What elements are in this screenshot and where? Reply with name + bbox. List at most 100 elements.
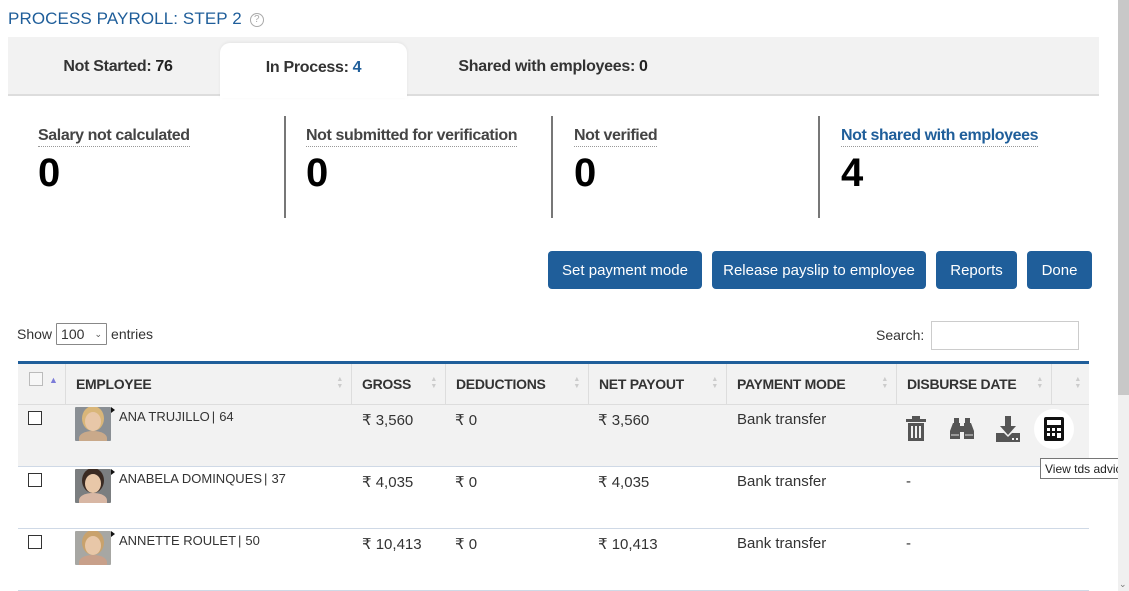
tab-shared-with-employees[interactable]: Shared with employees: 0: [428, 37, 678, 96]
tab-count: 4: [352, 58, 362, 76]
tab-count: 76: [155, 57, 173, 75]
separator: |: [238, 533, 242, 548]
employee-table: ▲ EMPLOYEE ▲ ▼ GROSS ▲ ▼ DEDUCTIONS ▲ ▼ NET PA…: [18, 361, 1089, 591]
avatar-indicator-icon: [111, 469, 115, 475]
avatar-body: [79, 431, 107, 441]
employee-name-link[interactable]: ANA TRUJILLO | 64: [119, 409, 234, 424]
sort-icon: ▲ ▼: [1036, 376, 1043, 390]
entries-select[interactable]: 100 ⌄: [56, 323, 108, 345]
column-header-disburse-date[interactable]: DISBURSE DATE ▲ ▼: [896, 364, 1051, 404]
separator: |: [264, 471, 268, 486]
column-label: EMPLOYEE: [76, 376, 152, 392]
question-circle-icon[interactable]: ?: [249, 13, 264, 27]
column-header-employee[interactable]: EMPLOYEE ▲ ▼: [65, 364, 351, 404]
stat-value: 0: [38, 151, 61, 195]
calculator-button[interactable]: [1034, 409, 1074, 449]
separator: |: [211, 409, 216, 424]
sort-icon: ▲ ▼: [430, 376, 437, 390]
trash-button[interactable]: [893, 410, 939, 448]
row-checkbox[interactable]: [28, 473, 42, 487]
sort-icon: ▲ ▼: [336, 376, 343, 390]
show-entries: Show 100 ⌄ entries: [17, 323, 153, 345]
row-checkbox[interactable]: [28, 535, 42, 549]
column-header-net-payout[interactable]: NET PAYOUT ▲ ▼: [588, 364, 726, 404]
table-body: ANA TRUJILLO | 64 ₹ 3,560 ₹ 0 ₹ 3,560 Bank tra…: [18, 405, 1089, 591]
download-button[interactable]: [985, 410, 1031, 448]
avatar-face: [85, 474, 101, 493]
done-button[interactable]: Done: [1027, 251, 1092, 289]
entries-value: 100: [61, 326, 85, 342]
net-payout-cell: ₹ 4,035: [598, 474, 650, 491]
chevron-down-icon: ⌄: [94, 328, 103, 339]
stat-value: 0: [574, 151, 597, 195]
tab-not-started[interactable]: Not Started: 76: [28, 37, 208, 96]
trash-icon: [905, 416, 927, 442]
employee-id: 64: [219, 409, 234, 424]
stat-label[interactable]: Salary not calculated: [38, 127, 190, 147]
gross-cell: ₹ 3,560: [362, 412, 414, 429]
table-row[interactable]: ANA TRUJILLO | 64 ₹ 3,560 ₹ 0 ₹ 3,560 Bank tra…: [18, 405, 1089, 467]
reports-button[interactable]: Reports: [936, 251, 1017, 289]
payment-mode-cell: Bank transfer: [737, 411, 827, 428]
tab-count: 0: [638, 57, 648, 75]
avatar-indicator-icon: [111, 531, 115, 537]
table-row[interactable]: ANABELA DOMINQUES | 37 ₹ 4,035 ₹ 0 ₹ 4,035 Ban…: [18, 467, 1089, 529]
column-header-actions[interactable]: ▲ ▼: [1051, 364, 1089, 404]
avatar: [75, 407, 111, 441]
search-input[interactable]: [931, 321, 1079, 350]
scrollbar-thumb[interactable]: [1118, 0, 1129, 395]
binoculars-icon: [949, 417, 975, 441]
column-header-deductions[interactable]: DEDUCTIONS ▲ ▼: [445, 364, 588, 404]
column-header-gross[interactable]: GROSS ▲ ▼: [351, 364, 445, 404]
avatar-body: [79, 493, 107, 503]
deductions-cell: ₹ 0: [455, 474, 478, 491]
column-label: PAYMENT MODE: [737, 376, 846, 392]
employee-name: ANABELA DOMINQUES: [119, 471, 263, 486]
column-label: GROSS: [362, 376, 412, 392]
column-label: DEDUCTIONS: [456, 376, 546, 392]
stat-not-verified: Not verified 0: [551, 116, 658, 218]
tab-label: Shared with employees:: [458, 57, 635, 75]
disburse-date-cell: -: [906, 473, 911, 490]
table-row[interactable]: ANNETTE ROULET | 50 ₹ 10,413 ₹ 0 ₹ 10,413 Bank…: [18, 529, 1089, 591]
employee-name: ANA TRUJILLO: [119, 409, 210, 424]
employee-name-link[interactable]: ANNETTE ROULET | 50: [119, 533, 260, 548]
net-payout-cell: ₹ 10,413: [598, 536, 658, 553]
gross-cell: ₹ 10,413: [362, 536, 422, 553]
scroll-down-icon[interactable]: ⌄: [1119, 579, 1127, 590]
page-scrollbar[interactable]: ⌄: [1118, 0, 1129, 591]
stat-label-link[interactable]: Not shared with employees: [841, 127, 1039, 147]
tab-label: In Process:: [265, 58, 349, 76]
select-all-checkbox[interactable]: [29, 372, 43, 386]
row-checkbox[interactable]: [28, 411, 42, 425]
tab-in-process[interactable]: In Process: 4: [220, 43, 407, 98]
sort-icon: ▲ ▼: [711, 376, 718, 390]
deductions-cell: ₹ 0: [455, 412, 478, 429]
net-payout-cell: ₹ 3,560: [598, 412, 650, 429]
download-icon: [995, 416, 1021, 442]
column-label: DISBURSE DATE: [907, 376, 1017, 392]
column-header-payment-mode[interactable]: PAYMENT MODE ▲ ▼: [726, 364, 896, 404]
stat-label[interactable]: Not submitted for verification: [306, 127, 518, 147]
set-payment-mode-button[interactable]: Set payment mode: [548, 251, 702, 289]
avatar-face: [85, 536, 101, 555]
payment-mode-cell: Bank transfer: [737, 473, 827, 490]
stat-value: 4: [841, 151, 864, 195]
column-label: NET PAYOUT: [599, 376, 684, 392]
tooltip: View tds advice: [1040, 458, 1129, 479]
stat-label[interactable]: Not verified: [574, 127, 658, 147]
select-all-header[interactable]: ▲: [18, 364, 65, 404]
deductions-cell: ₹ 0: [455, 536, 478, 553]
page-title-text: PROCESS PAYROLL: STEP 2: [8, 9, 242, 28]
stat-not-shared: Not shared with employees 4: [818, 116, 1039, 218]
employee-name-link[interactable]: ANABELA DOMINQUES | 37: [119, 471, 286, 486]
binoculars-button[interactable]: [939, 410, 985, 448]
sort-asc-icon: ▲: [49, 375, 58, 385]
avatar-indicator-icon: [111, 407, 115, 413]
release-payslip-button[interactable]: Release payslip to employee: [712, 251, 926, 289]
row-actions: [893, 409, 1074, 449]
show-label: Show: [17, 326, 53, 342]
tab-label: Not Started:: [63, 57, 152, 75]
payment-mode-cell: Bank transfer: [737, 535, 827, 552]
sort-icon: ▲ ▼: [1074, 376, 1081, 390]
